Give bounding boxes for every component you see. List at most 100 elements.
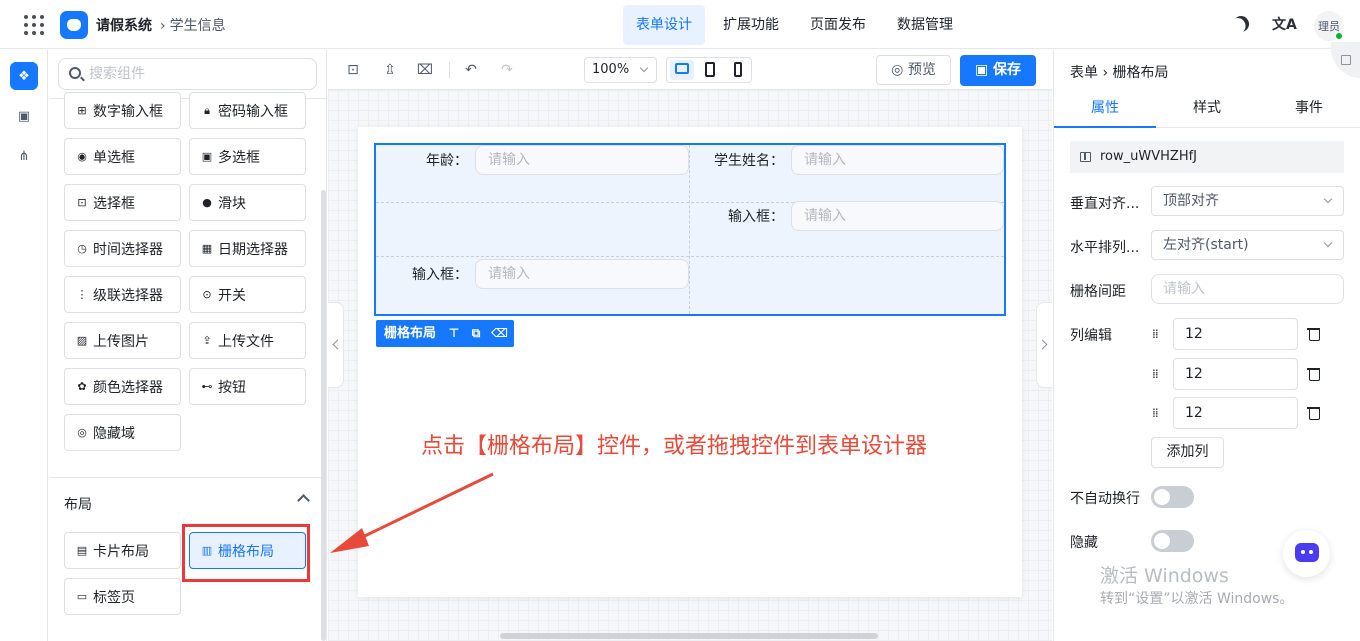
eye-off-icon: ◎: [77, 425, 87, 439]
component-label: 时间选择器: [93, 241, 163, 258]
main-tabs: 表单设计 扩展功能 页面发布 数据管理: [623, 5, 971, 45]
switch-icon: ⊙: [202, 287, 212, 301]
drag-handle-icon[interactable]: ⁞⁞: [1152, 327, 1162, 341]
vertical-align-select[interactable]: 顶部对齐: [1151, 186, 1344, 216]
component-upload-file[interactable]: ⇪ 上传文件: [189, 322, 306, 359]
component-label: 滑块: [218, 195, 246, 212]
app-grid-icon[interactable]: [24, 15, 44, 35]
breadcrumb-root[interactable]: 表单: [1070, 65, 1098, 81]
breadcrumb: › 学生信息: [160, 15, 226, 35]
component-date-picker[interactable]: ▦ 日期选择器: [189, 230, 306, 267]
component-select[interactable]: ⊡ 选择框: [64, 184, 181, 221]
chevron-down-icon: [1323, 238, 1333, 248]
app-title[interactable]: 请假系统: [96, 15, 152, 35]
component-radio[interactable]: ◉ 单选框: [64, 138, 181, 175]
component-panel: 搜索组件 ⊞ 数字输入框 🔒︎ 密码输入框 ◉ 单选框 ▣ 多选框 ⊡ 选择框 ● 滑块 ◷…: [49, 50, 327, 641]
online-status-dot: [1335, 32, 1343, 40]
component-password-input[interactable]: 🔒︎ 密码输入框: [189, 92, 306, 129]
component-cascader[interactable]: ⋮ 级联选择器: [64, 276, 181, 313]
image-icon: ▨: [76, 333, 88, 347]
no-wrap-toggle[interactable]: [1151, 486, 1194, 508]
add-column-button[interactable]: 添加列: [1151, 437, 1224, 468]
component-tabs[interactable]: ▭ 标签页: [64, 578, 181, 615]
dark-mode-icon[interactable]: [1230, 13, 1252, 35]
properties-tabs: 属性 样式 事件: [1054, 93, 1360, 128]
component-number-input[interactable]: ⊞ 数字输入框: [64, 92, 181, 129]
tree-icon[interactable]: ⋔: [10, 142, 38, 170]
lock-icon: 🔒︎: [204, 103, 210, 117]
component-color-picker[interactable]: ✿ 颜色选择器: [64, 368, 181, 405]
hidden-toggle[interactable]: [1151, 530, 1194, 552]
component-slider[interactable]: ● 滑块: [189, 184, 306, 221]
component-hidden-field[interactable]: ◎ 隐藏域: [64, 414, 181, 451]
component-label: 开关: [218, 287, 246, 304]
panel-scrollbar[interactable]: [321, 190, 326, 641]
component-label: 日期选择器: [218, 241, 288, 258]
component-button[interactable]: ⊷ 按钮: [189, 368, 306, 405]
tab-events[interactable]: 事件: [1258, 93, 1360, 127]
tab-publish[interactable]: 页面发布: [797, 5, 879, 45]
hidden-label: 隐藏: [1070, 535, 1098, 551]
card-icon: ▤: [76, 543, 88, 557]
layout-section-title: 布局: [64, 497, 92, 513]
design-canvas: ⊡ ⇫ ⌧ ↶ ↷ 100% ◎ 预览 ▣ 保存 年龄： 请输入 学生姓名： 请…: [328, 50, 1052, 641]
horizontal-align-select[interactable]: 左对齐(start): [1151, 230, 1344, 260]
chevron-right-icon: ›: [160, 18, 166, 34]
component-label: 卡片布局: [93, 543, 149, 560]
gutter-label: 栅格间距: [1070, 284, 1126, 300]
properties-panel: 表单 › 栅格布局 属性 样式 事件 row_uWVHZHfJ 垂直对齐... …: [1053, 42, 1360, 641]
cascader-icon: ⋮: [76, 287, 88, 301]
drag-handle-icon[interactable]: ⁞⁞: [1152, 367, 1162, 381]
chevron-up-icon[interactable]: [297, 494, 310, 507]
button-icon: ⊷: [201, 379, 213, 393]
component-checkbox[interactable]: ▣ 多选框: [189, 138, 306, 175]
tab-attributes[interactable]: 属性: [1054, 93, 1156, 128]
gutter-input[interactable]: 请输入: [1151, 274, 1344, 304]
components-icon[interactable]: ❖: [10, 62, 38, 90]
avatar[interactable]: 理员: [1314, 11, 1344, 41]
delete-column-icon[interactable]: [1307, 406, 1321, 420]
top-bar: 请假系统 › 学生信息 表单设计 扩展功能 页面发布 数据管理 文A 理员: [0, 0, 1360, 49]
column-span-input[interactable]: 12: [1173, 358, 1298, 390]
no-wrap-label: 不自动换行: [1070, 491, 1140, 507]
palette-icon: ✿: [77, 379, 87, 393]
windows-activation-hint: 转到“设置”以激活 Windows。: [1100, 591, 1294, 607]
chevron-down-icon: [1323, 194, 1333, 204]
component-card-layout[interactable]: ▤ 卡片布局: [64, 532, 181, 569]
tab-extensions[interactable]: 扩展功能: [710, 5, 792, 45]
tab-style[interactable]: 样式: [1156, 93, 1258, 127]
calendar-icon: ▦: [201, 241, 213, 255]
component-label: 多选框: [218, 149, 260, 166]
tab-form-design[interactable]: 表单设计: [623, 5, 705, 45]
tab-data[interactable]: 数据管理: [884, 5, 966, 45]
tabs-icon: ▭: [76, 589, 88, 603]
component-time-picker[interactable]: ◷ 时间选择器: [64, 230, 181, 267]
number-input-icon: ⊞: [77, 103, 87, 117]
code-icon[interactable]: ▣: [10, 102, 38, 130]
upload-icon: ⇪: [202, 333, 212, 347]
delete-column-icon[interactable]: [1307, 327, 1321, 341]
translate-icon[interactable]: 文A: [1272, 14, 1297, 34]
component-switch[interactable]: ⊙ 开关: [189, 276, 306, 313]
component-label: 密码输入框: [218, 103, 288, 120]
divider: [49, 477, 326, 478]
checkbox-icon: ▣: [201, 149, 213, 163]
fullscreen-icon[interactable]: [1331, 42, 1360, 78]
columns-label: 列编辑: [1070, 328, 1112, 344]
search-placeholder: 搜索组件: [89, 66, 145, 82]
assistant-bot-button[interactable]: [1283, 530, 1330, 577]
drag-handle-icon[interactable]: ⁞⁞: [1152, 406, 1162, 420]
component-upload-image[interactable]: ▨ 上传图片: [64, 322, 181, 359]
canvas-scrollbar[interactable]: [500, 633, 878, 639]
grid-layout-icon: [1080, 152, 1091, 162]
breadcrumb-current: 学生信息: [169, 18, 226, 34]
component-label: 数字输入框: [93, 103, 163, 120]
column-span-input[interactable]: 12: [1173, 318, 1298, 350]
highlight-box: [182, 524, 310, 582]
breadcrumb-leaf: 栅格布局: [1112, 65, 1169, 81]
horizontal-align-value: 左对齐(start): [1163, 237, 1249, 253]
component-label: 按钮: [218, 379, 246, 396]
delete-column-icon[interactable]: [1307, 367, 1321, 381]
search-input[interactable]: 搜索组件: [58, 58, 317, 90]
column-span-input[interactable]: 12: [1173, 397, 1298, 429]
